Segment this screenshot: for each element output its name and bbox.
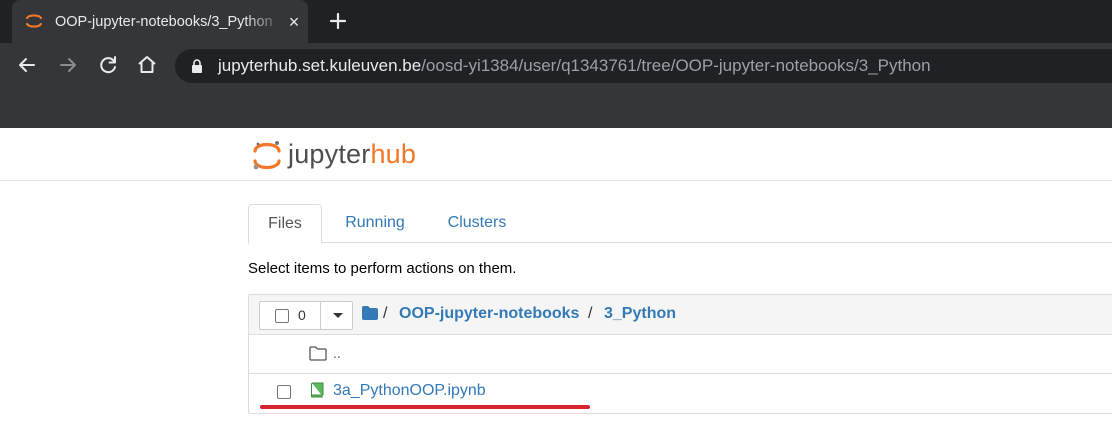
item-checkbox[interactable]	[277, 385, 291, 399]
breadcrumb-separator: /	[383, 305, 388, 322]
list-item[interactable]: ..	[249, 335, 1112, 374]
url-text: jupyterhub.set.kuleuven.be/oosd-yi1384/u…	[218, 56, 931, 76]
new-tab-icon[interactable]	[325, 8, 351, 34]
jupyter-tabs: Files Running Clusters	[248, 204, 1112, 244]
breadcrumb-link-3python[interactable]: 3_Python	[604, 305, 676, 323]
jupyter-favicon-icon	[25, 14, 43, 28]
chevron-down-icon[interactable]	[333, 313, 343, 318]
parent-dir-link[interactable]: ..	[333, 345, 341, 361]
select-all-button[interactable]: 0	[259, 301, 353, 330]
folder-filled-icon[interactable]	[362, 306, 378, 320]
annotation-underline	[260, 405, 590, 409]
forward-arrow-icon[interactable]	[56, 53, 80, 77]
logo-text: jupyterhub	[288, 139, 416, 169]
jupyterhub-logo[interactable]: jupyterhub	[252, 138, 442, 174]
breadcrumb-separator: /	[588, 305, 593, 322]
folder-icon	[309, 346, 327, 361]
file-list-header: 0 / OOP-jupyter-notebooks / 3_Python	[249, 295, 1112, 335]
file-list: 0 / OOP-jupyter-notebooks / 3_Python .. …	[248, 294, 1112, 414]
tab-clusters[interactable]: Clusters	[434, 204, 520, 242]
selected-count: 0	[298, 307, 306, 323]
notebook-link[interactable]: 3a_PythonOOP.ipynb	[333, 382, 486, 400]
url-host: jupyterhub.set.kuleuven.be	[218, 56, 422, 75]
tab-files[interactable]: Files	[248, 204, 322, 244]
lock-icon[interactable]	[191, 59, 203, 73]
browser-bookmark-area	[0, 88, 1112, 128]
browser-tab[interactable]: OOP-jupyter-notebooks/3_Python ×	[12, 0, 308, 43]
tab-close-icon[interactable]: ×	[284, 12, 304, 32]
jupyterhub-header: jupyterhub	[0, 128, 1112, 181]
browser-toolbar: jupyterhub.set.kuleuven.be/oosd-yi1384/u…	[0, 43, 1112, 88]
back-arrow-icon[interactable]	[15, 53, 39, 77]
selection-hint: Select items to perform actions on them.	[248, 260, 517, 277]
jupyter-logo-icon	[253, 141, 281, 170]
logo-text-hub: hub	[370, 139, 417, 169]
tab-title: OOP-jupyter-notebooks/3_Python	[55, 14, 273, 30]
tab-running[interactable]: Running	[332, 204, 418, 242]
home-icon[interactable]	[135, 53, 159, 77]
address-bar[interactable]: jupyterhub.set.kuleuven.be/oosd-yi1384/u…	[175, 49, 1112, 83]
browser-tab-strip: OOP-jupyter-notebooks/3_Python ×	[0, 0, 1112, 43]
select-all-toggle[interactable]: 0	[260, 302, 321, 329]
breadcrumb-link-oop[interactable]: OOP-jupyter-notebooks	[399, 305, 579, 323]
select-all-checkbox[interactable]	[275, 309, 289, 323]
reload-icon[interactable]	[96, 53, 120, 77]
url-path: /oosd-yi1384/user/q1343761/tree/OOP-jupy…	[421, 56, 931, 75]
logo-text-jupyter: jupyter	[288, 139, 371, 169]
notebook-icon	[310, 382, 324, 398]
